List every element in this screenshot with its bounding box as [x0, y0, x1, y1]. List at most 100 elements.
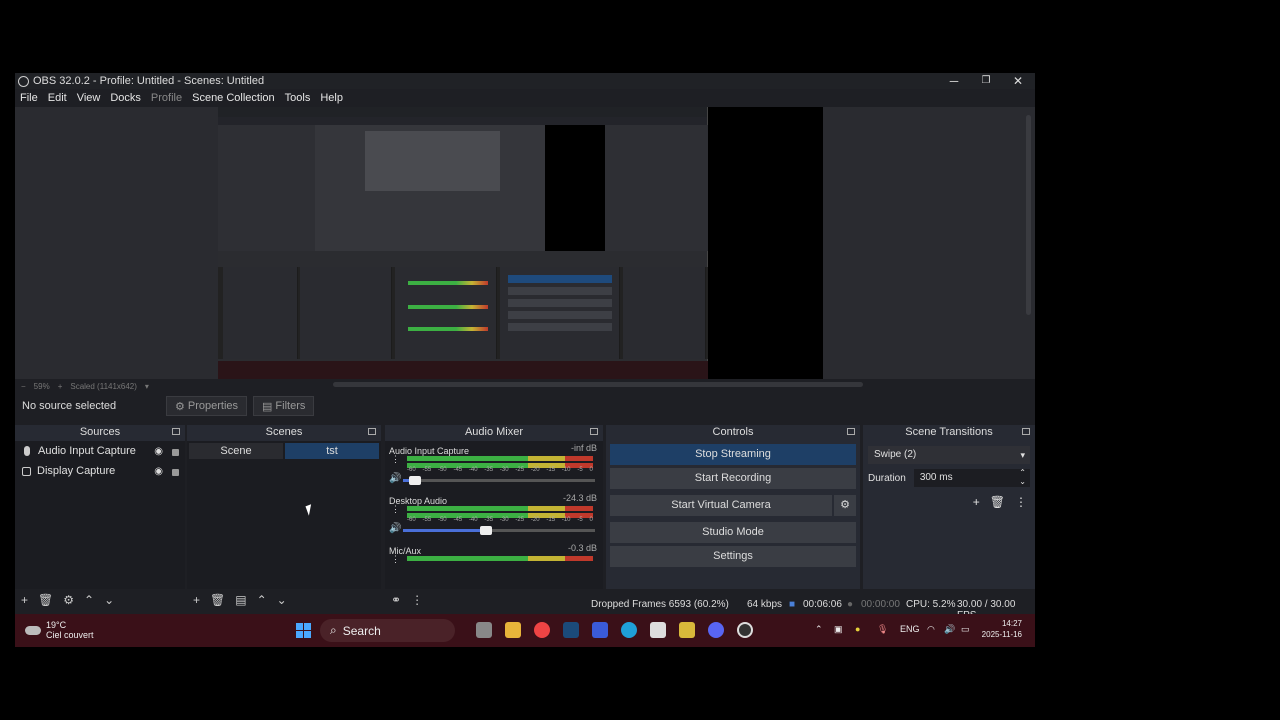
- undock-icon[interactable]: [368, 428, 376, 435]
- kebab-icon[interactable]: ⋮: [391, 555, 400, 564]
- obs-window: OBS 32.0.2 - Profile: Untitled - Scenes:…: [15, 73, 1035, 647]
- settings-button[interactable]: Settings: [610, 546, 856, 567]
- dropped-frames: Dropped Frames 6593 (60.2%): [591, 599, 729, 610]
- properties-button[interactable]: ⚙ Properties: [166, 396, 248, 416]
- duration-field[interactable]: 300 ms ⌃ ⌄: [913, 468, 1030, 487]
- scene-item-tst[interactable]: tst: [285, 443, 379, 459]
- obs-taskbar-icon[interactable]: [737, 622, 753, 638]
- app-icon[interactable]: [592, 622, 608, 638]
- start-virtual-camera-button[interactable]: Start Virtual Camera: [610, 495, 832, 516]
- scene-transitions-dock: Scene Transitions Swipe (2) ▾ Duration 3…: [863, 425, 1035, 589]
- undock-icon[interactable]: [590, 428, 598, 435]
- microphone-icon[interactable]: 🎙: [877, 624, 888, 635]
- edge-icon[interactable]: [621, 622, 637, 638]
- menu-view[interactable]: View: [72, 92, 106, 104]
- volume-slider[interactable]: [403, 476, 595, 485]
- channel-db: -0.3 dB: [567, 543, 597, 553]
- start-recording-button[interactable]: Start Recording: [610, 468, 856, 489]
- level-meter: [407, 456, 593, 461]
- speaker-icon[interactable]: 🔊: [389, 473, 401, 484]
- remove-transition-icon[interactable]: 🗑: [990, 495, 1005, 509]
- transition-select[interactable]: Swipe (2) ▾: [868, 446, 1030, 464]
- steam-icon[interactable]: [563, 622, 579, 638]
- stepper-icon[interactable]: ⌃ ⌄: [1019, 468, 1026, 486]
- transition-menu-icon[interactable]: ⋮: [1015, 495, 1027, 509]
- menu-scene-collection[interactable]: Scene Collection: [187, 92, 280, 104]
- battery-icon[interactable]: ▭: [961, 624, 970, 635]
- scenes-title: Scenes: [265, 426, 303, 438]
- task-view-icon[interactable]: [476, 622, 492, 638]
- menu-tools[interactable]: Tools: [280, 92, 316, 104]
- menu-edit[interactable]: Edit: [43, 92, 72, 104]
- taskbar-search[interactable]: ⌕ Search: [320, 619, 455, 642]
- mixer-title: Audio Mixer: [464, 426, 524, 438]
- scale-dropdown-icon[interactable]: ▾: [145, 382, 149, 391]
- menu-file[interactable]: File: [15, 92, 43, 104]
- undock-icon[interactable]: [1022, 428, 1030, 435]
- stream-time: 00:06:06: [803, 599, 842, 610]
- context-bar: No source selected ⚙ Properties ▤ Filter…: [15, 393, 1035, 419]
- zoom-in-button[interactable]: +: [58, 382, 63, 391]
- search-icon: ⌕: [330, 623, 337, 637]
- tray-app-icon[interactable]: ▣: [834, 624, 843, 635]
- eye-icon[interactable]: ◉: [154, 466, 163, 477]
- discord-icon[interactable]: [708, 622, 724, 638]
- preview-canvas[interactable]: [218, 107, 823, 379]
- zoom-percent: 59%: [33, 381, 50, 391]
- cpu-usage: CPU: 5.2%: [906, 599, 956, 610]
- file-explorer-icon[interactable]: [505, 622, 521, 638]
- clock-date: 2025-11-16: [981, 630, 1022, 639]
- status-bar: Dropped Frames 6593 (60.2%) 64 kbps ■ 00…: [15, 598, 1035, 621]
- virtual-camera-settings-icon[interactable]: ⚙: [834, 495, 856, 516]
- title-bar: OBS 32.0.2 - Profile: Untitled - Scenes:…: [15, 73, 1035, 89]
- tray-chevron-icon[interactable]: ⌃: [815, 624, 823, 635]
- stop-streaming-button[interactable]: Stop Streaming: [610, 444, 856, 465]
- scene-item-scene[interactable]: Scene: [189, 443, 283, 459]
- temperature: 19°C: [46, 620, 67, 630]
- undock-icon[interactable]: [172, 428, 180, 435]
- preview-horizontal-scrollbar[interactable]: [333, 382, 863, 387]
- duration-value: 300 ms: [919, 472, 953, 483]
- nested-screen-capture: [218, 107, 708, 379]
- clock[interactable]: 14:27 2025-11-16: [982, 618, 1022, 640]
- channel-db: -24.3 dB: [562, 493, 597, 503]
- mixer-channel: Desktop Audio -24.3 dB ⋮ -60 -55 -50 -45 -40…: [385, 491, 603, 541]
- restore-button[interactable]: ❐: [971, 73, 1001, 89]
- weather-widget[interactable]: 19°C Ciel couvert: [25, 620, 94, 640]
- volume-slider[interactable]: [403, 526, 595, 535]
- app-icon[interactable]: [679, 622, 695, 638]
- lock-icon[interactable]: [172, 469, 179, 476]
- windows-start-icon[interactable]: [296, 623, 311, 638]
- preview-vertical-scrollbar[interactable]: [1026, 115, 1031, 315]
- filters-button[interactable]: ▤ Filters: [253, 396, 315, 416]
- menu-profile[interactable]: Profile: [146, 92, 187, 104]
- menu-bar: File Edit View Docks Profile Scene Colle…: [15, 89, 1035, 107]
- language-indicator[interactable]: ENG: [900, 624, 920, 634]
- zoom-out-button[interactable]: −: [21, 382, 26, 391]
- speaker-icon[interactable]: 🔊: [389, 523, 401, 534]
- close-button[interactable]: ✕: [1003, 73, 1033, 89]
- controls-title: Controls: [712, 426, 754, 438]
- eye-icon[interactable]: ◉: [154, 446, 163, 457]
- store-icon[interactable]: [650, 622, 666, 638]
- record-status-icon: ●: [847, 599, 854, 610]
- minimize-button[interactable]: ─: [939, 73, 969, 89]
- mixer-channel: Mic/Aux -0.3 dB ⋮: [385, 541, 603, 589]
- source-item-display-capture[interactable]: Display Capture ◉: [15, 461, 185, 481]
- volume-icon[interactable]: 🔊: [944, 624, 955, 635]
- level-meter: [407, 506, 593, 511]
- undock-icon[interactable]: [847, 428, 855, 435]
- lock-icon[interactable]: [172, 449, 179, 456]
- chrome-icon[interactable]: [534, 622, 550, 638]
- menu-docks[interactable]: Docks: [105, 92, 146, 104]
- menu-help[interactable]: Help: [315, 92, 348, 104]
- studio-mode-button[interactable]: Studio Mode: [610, 522, 856, 543]
- source-item-audio-input[interactable]: Audio Input Capture ◉: [15, 441, 185, 461]
- scenes-dock: Scenes Scene tst + 🗑 ▤ ⌃ ⌄: [187, 425, 381, 607]
- wifi-icon[interactable]: ◠: [927, 624, 935, 635]
- kebab-icon[interactable]: ⋮: [391, 505, 400, 514]
- preview-area[interactable]: [15, 107, 1035, 379]
- kebab-icon[interactable]: ⋮: [391, 455, 400, 464]
- tray-app-icon[interactable]: ●: [855, 624, 860, 634]
- add-transition-button[interactable]: +: [973, 495, 980, 509]
